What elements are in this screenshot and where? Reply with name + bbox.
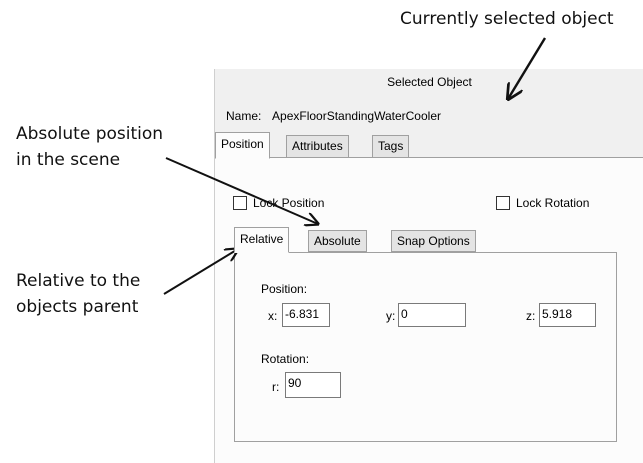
rotation-label: Rotation: <box>261 352 310 366</box>
tab-relative[interactable]: Relative <box>234 227 290 253</box>
lock-position-label: Lock Position <box>253 196 325 210</box>
tab-attributes[interactable]: Attributes <box>286 135 349 158</box>
x-input[interactable]: -6.831 <box>282 303 330 327</box>
callout-line: in the scene <box>16 150 121 170</box>
callout-text: Currently selected object <box>400 9 614 29</box>
position-tab-content: Lock Position Lock Rotation Relative Abs… <box>215 158 643 463</box>
callout-relative-to-parent: Relative to the objects parent <box>16 268 140 320</box>
position-label: Position: <box>261 282 308 296</box>
panel-title: Selected Object <box>387 75 472 89</box>
checkbox-box[interactable] <box>233 196 247 210</box>
tab-tags[interactable]: Tags <box>372 135 410 158</box>
callout-line: Relative to the <box>16 271 141 291</box>
sub-tab-strip: Relative Absolute Snap Options <box>234 227 634 253</box>
y-input[interactable]: 0 <box>398 303 466 327</box>
y-label: y: <box>386 309 396 323</box>
callout-absolute-position: Absolute position in the scene <box>16 121 163 173</box>
object-name: ApexFloorStandingWaterCooler <box>272 109 441 123</box>
z-label: z: <box>526 309 536 323</box>
x-label: x: <box>268 309 278 323</box>
name-label: Name: <box>226 109 262 123</box>
r-input[interactable]: 90 <box>285 372 341 398</box>
tab-position[interactable]: Position <box>215 132 270 159</box>
callout-currently-selected: Currently selected object <box>400 6 614 32</box>
tab-snap-options[interactable]: Snap Options <box>391 230 476 252</box>
name-row: Name: ApexFloorStandingWaterCooler <box>226 109 441 123</box>
lock-rotation-checkbox[interactable]: Lock Rotation <box>496 196 589 210</box>
z-input[interactable]: 5.918 <box>539 303 596 327</box>
main-tab-strip: Position Attributes Tags <box>215 132 643 159</box>
relative-tab-content: Position: x: -6.831 y: 0 z: 5.918 Rotati… <box>234 252 617 442</box>
lock-rotation-label: Lock Rotation <box>516 196 590 210</box>
r-label: r: <box>272 380 280 394</box>
callout-line: objects parent <box>16 297 139 317</box>
selected-object-panel: Selected Object Name: ApexFloorStandingW… <box>214 69 643 463</box>
checkbox-box[interactable] <box>496 196 510 210</box>
callout-line: Absolute position <box>16 124 164 144</box>
tab-absolute[interactable]: Absolute <box>308 230 367 252</box>
lock-position-checkbox[interactable]: Lock Position <box>233 196 324 210</box>
